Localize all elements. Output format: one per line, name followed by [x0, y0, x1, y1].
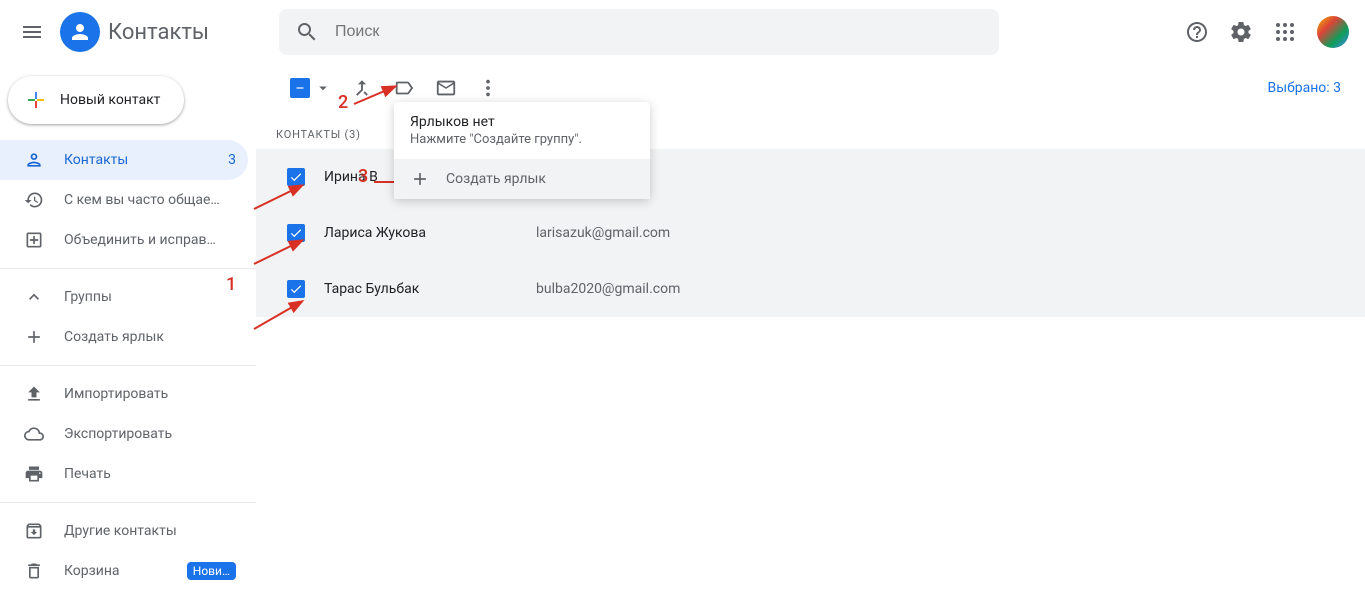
help-button[interactable]: [1177, 12, 1217, 52]
search-icon: [295, 20, 319, 44]
app-title: Контакты: [108, 20, 209, 45]
merge-contacts-button[interactable]: [350, 76, 374, 100]
create-label-action[interactable]: Создать ярлык: [394, 159, 650, 199]
check-icon: [289, 170, 303, 184]
account-avatar[interactable]: [1317, 16, 1349, 48]
sidebar-item-import[interactable]: Импортировать: [0, 374, 248, 414]
contacts-logo: [60, 12, 100, 52]
sidebar-item-label: Создать ярлык: [64, 329, 236, 345]
gear-icon: [1229, 20, 1253, 44]
dropdown-subtitle: Нажмите "Создайте группу".: [410, 132, 634, 147]
merge-fix-icon: [24, 230, 44, 250]
row-checkbox[interactable]: [276, 224, 316, 242]
plus-icon: [24, 327, 44, 347]
send-email-button[interactable]: [434, 76, 458, 100]
sidebar: Новый контакт Контакты 3 С кем вы часто …: [0, 64, 256, 600]
label-icon: [393, 77, 415, 99]
check-icon: [289, 282, 303, 296]
select-all-control[interactable]: [290, 78, 332, 98]
trash-icon: [24, 561, 44, 581]
cloud-download-icon: [24, 424, 44, 444]
upload-icon: [24, 384, 44, 404]
contact-name: Лариса Жукова: [316, 225, 536, 241]
contact-email: larisazuk@gmail.com: [536, 225, 670, 241]
hamburger-icon: [20, 20, 44, 44]
trash-badge: Нови…: [187, 562, 236, 580]
sidebar-item-label: С кем вы часто общае…: [64, 192, 236, 208]
sidebar-item-trash[interactable]: Корзина Нови…: [0, 551, 248, 591]
settings-button[interactable]: [1221, 12, 1261, 52]
person-icon: [68, 20, 92, 44]
contact-email: bulba2020@gmail.com: [536, 281, 680, 297]
contact-row[interactable]: Тарас Бульбак bulba2020@gmail.com: [256, 261, 1365, 317]
main-pane: Выбрано: 3 КОНТАКТЫ (3) Ирина В 4@gmail.…: [256, 64, 1365, 600]
sidebar-item-label: Экспортировать: [64, 426, 236, 442]
row-checkbox[interactable]: [276, 168, 316, 186]
sidebar-item-label: Объединить и исправ…: [64, 232, 236, 248]
select-all-checkbox: [290, 78, 310, 98]
main-menu-button[interactable]: [8, 8, 56, 56]
help-icon: [1185, 20, 1209, 44]
sidebar-item-label: Корзина: [64, 563, 179, 579]
apps-grid-icon: [1273, 20, 1297, 44]
check-icon: [289, 226, 303, 240]
sidebar-item-create-label[interactable]: Создать ярлык: [0, 317, 248, 357]
sidebar-item-groups[interactable]: Группы: [0, 277, 248, 317]
more-actions-button[interactable]: [476, 76, 500, 100]
dropdown-arrow-icon: [314, 79, 332, 97]
dropdown-action-label: Создать ярлык: [446, 171, 546, 187]
history-icon: [24, 190, 44, 210]
search-input[interactable]: [335, 23, 983, 41]
merge-icon: [351, 77, 373, 99]
labels-dropdown: Ярлыков нет Нажмите "Создайте группу". С…: [394, 102, 650, 199]
dropdown-title: Ярлыков нет: [410, 114, 634, 130]
apps-button[interactable]: [1265, 12, 1305, 52]
search-bar[interactable]: [279, 9, 999, 55]
divider: [0, 502, 256, 503]
plus-multicolor-icon: [24, 88, 48, 112]
archive-icon: [24, 521, 44, 541]
sidebar-item-label: Контакты: [64, 152, 228, 168]
divider: [0, 268, 256, 269]
divider: [0, 365, 256, 366]
create-contact-button[interactable]: Новый контакт: [8, 76, 184, 124]
sidebar-item-contacts[interactable]: Контакты 3: [0, 140, 248, 180]
row-checkbox[interactable]: [276, 280, 316, 298]
mail-icon: [435, 77, 457, 99]
sidebar-item-merge-fix[interactable]: Объединить и исправ…: [0, 220, 248, 260]
sidebar-item-export[interactable]: Экспортировать: [0, 414, 248, 454]
person-outline-icon: [24, 150, 44, 170]
sidebar-item-frequent[interactable]: С кем вы часто общае…: [0, 180, 248, 220]
create-contact-label: Новый контакт: [60, 92, 160, 108]
sidebar-item-label: Группы: [64, 289, 236, 305]
print-icon: [24, 464, 44, 484]
sidebar-item-label: Печать: [64, 466, 236, 482]
manage-labels-button[interactable]: [392, 76, 416, 100]
dropdown-info: Ярлыков нет Нажмите "Создайте группу".: [394, 102, 650, 159]
sidebar-item-print[interactable]: Печать: [0, 454, 248, 494]
chevron-up-icon: [24, 287, 44, 307]
contact-row[interactable]: Лариса Жукова larisazuk@gmail.com: [256, 205, 1365, 261]
plus-icon: [410, 169, 430, 189]
contact-name: Тарас Бульбак: [316, 281, 536, 297]
selection-count: Выбрано: 3: [1268, 80, 1346, 96]
sidebar-item-label: Другие контакты: [64, 523, 236, 539]
sidebar-item-count: 3: [228, 152, 236, 168]
more-vert-icon: [477, 77, 499, 99]
sidebar-item-label: Импортировать: [64, 386, 236, 402]
sidebar-item-other-contacts[interactable]: Другие контакты: [0, 511, 248, 551]
